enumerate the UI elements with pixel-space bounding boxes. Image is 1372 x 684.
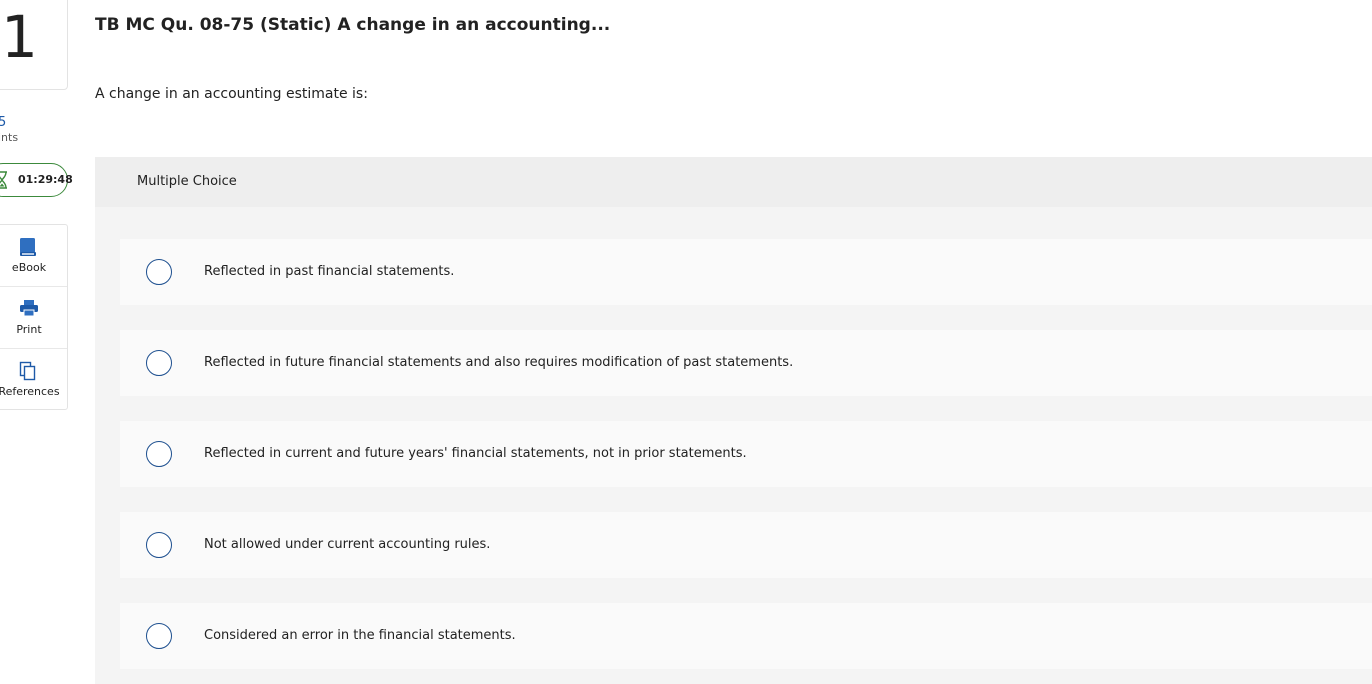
- multiple-choice-header: Multiple Choice: [95, 157, 1372, 207]
- answer-option[interactable]: Reflected in past financial statements.: [120, 239, 1372, 305]
- answer-option[interactable]: Not allowed under current accounting rul…: [120, 512, 1372, 578]
- answer-option-text: Reflected in current and future years' f…: [204, 446, 747, 461]
- references-button[interactable]: References: [0, 349, 67, 410]
- tools-panel: eBook Print References: [0, 224, 68, 410]
- radio-button[interactable]: [146, 259, 172, 285]
- ebook-label: eBook: [11, 261, 47, 274]
- multiple-choice-area: Multiple Choice Reflected in past financ…: [95, 157, 1372, 684]
- print-button[interactable]: Print: [0, 287, 67, 349]
- radio-button[interactable]: [146, 350, 172, 376]
- answer-option[interactable]: Reflected in current and future years' f…: [120, 421, 1372, 487]
- question-title: TB MC Qu. 08-75 (Static) A change in an …: [95, 15, 611, 35]
- multiple-choice-label: Multiple Choice: [137, 174, 237, 189]
- answer-option[interactable]: Reflected in future financial statements…: [120, 330, 1372, 396]
- references-icon: [19, 361, 37, 385]
- radio-button[interactable]: [146, 623, 172, 649]
- points-label: ints: [0, 131, 19, 144]
- page: 1 5 ints 01:29:48 eBook Print References…: [0, 0, 1372, 684]
- ebook-button[interactable]: eBook: [0, 225, 67, 287]
- question-number-box: 1: [0, 0, 68, 90]
- references-label: References: [0, 385, 60, 398]
- book-icon: [19, 237, 37, 261]
- question-prompt: A change in an accounting estimate is:: [95, 86, 368, 102]
- points-value: 5: [0, 115, 7, 130]
- points-display: 5 ints: [0, 115, 18, 145]
- print-label: Print: [16, 323, 42, 336]
- printer-icon: [19, 299, 39, 321]
- answer-option-text: Reflected in future financial statements…: [204, 355, 794, 370]
- question-number: 1: [1, 3, 38, 71]
- answer-options: Reflected in past financial statements. …: [95, 207, 1372, 684]
- radio-button[interactable]: [146, 532, 172, 558]
- answer-option-text: Not allowed under current accounting rul…: [204, 537, 491, 552]
- hourglass-icon: [0, 171, 9, 193]
- answer-option-text: Reflected in past financial statements.: [204, 264, 455, 279]
- answer-option-text: Considered an error in the financial sta…: [204, 628, 516, 643]
- timer-value: 01:29:48: [18, 173, 73, 186]
- answer-option[interactable]: Considered an error in the financial sta…: [120, 603, 1372, 669]
- radio-button[interactable]: [146, 441, 172, 467]
- timer-badge[interactable]: 01:29:48: [0, 163, 73, 197]
